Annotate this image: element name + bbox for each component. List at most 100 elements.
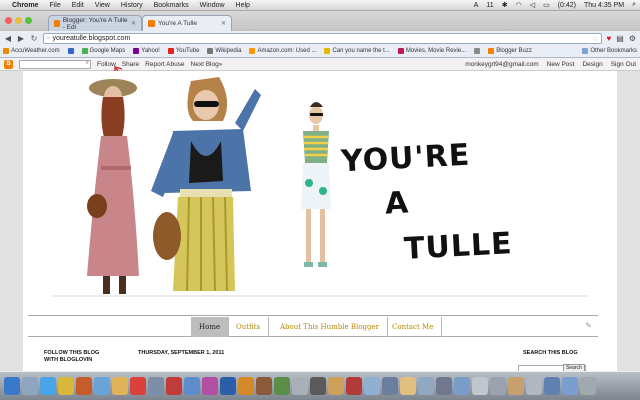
volume-icon[interactable]: ◁ — [530, 1, 535, 9]
menu-window[interactable]: Window — [200, 2, 225, 9]
preview-icon[interactable] — [148, 377, 164, 395]
clock[interactable]: Thu 4:35 PM — [584, 2, 624, 9]
bookmark-other[interactable]: Other Bookmarks — [582, 48, 637, 54]
bookmark-quiz[interactable]: Can you name the t... — [324, 48, 390, 54]
bookmark-star-icon[interactable]: ☆ — [591, 34, 598, 43]
back-icon[interactable]: ◀ — [4, 34, 12, 43]
tab-outfits[interactable]: Outfits — [228, 317, 270, 337]
design-link[interactable]: Design — [582, 61, 602, 68]
sign-out-link[interactable]: Sign Out — [611, 61, 636, 68]
iphoto-icon[interactable] — [184, 377, 200, 395]
mail-icon[interactable] — [94, 377, 110, 395]
adobe-icon[interactable]: A — [474, 2, 479, 9]
safari-icon[interactable] — [40, 377, 56, 395]
bluetooth-icon[interactable]: ✱ — [502, 1, 508, 9]
search-icon[interactable]: ⌕ — [86, 60, 89, 67]
illustrator-icon[interactable] — [238, 377, 254, 395]
blog-search-input[interactable]: ⌕ — [19, 59, 91, 69]
bookmark-yahoo[interactable]: Yahoo! — [133, 48, 160, 54]
close-window-button[interactable] — [5, 17, 12, 24]
menu-edit[interactable]: Edit — [72, 2, 84, 9]
close-tab-icon[interactable]: ✕ — [131, 20, 136, 27]
wifi-icon[interactable]: ◠ — [516, 1, 522, 9]
menu-bookmarks[interactable]: Bookmarks — [154, 2, 189, 9]
report-abuse-link[interactable]: Report Abuse — [145, 61, 184, 68]
blog-title-line-3: TULLE — [403, 226, 514, 267]
acrobat-icon[interactable] — [346, 377, 362, 395]
documents-folder-icon[interactable] — [562, 377, 578, 395]
settings-wrench-icon[interactable]: ⚙ — [629, 34, 636, 43]
system-preferences-icon[interactable] — [292, 377, 308, 395]
next-blog-link[interactable]: Next Blog» — [191, 61, 223, 68]
page-menu-icon[interactable]: ▤ — [616, 34, 624, 43]
spotlight-icon[interactable]: ⌕ — [632, 1, 636, 9]
page-right-margin — [617, 71, 640, 371]
tab-about[interactable]: About This Humble Blogger — [272, 317, 388, 337]
photoshop-icon[interactable] — [220, 377, 236, 395]
new-post-link[interactable]: New Post — [547, 61, 575, 68]
zoom-window-button[interactable] — [25, 17, 32, 24]
quiz-icon — [324, 48, 331, 54]
blog-page: YOU'RE A TULLE Home Outfits About This H… — [0, 71, 640, 373]
follow-heading-line-1: FOLLOW THIS BLOG — [44, 350, 100, 356]
facetime-icon[interactable] — [274, 377, 290, 395]
close-tab-icon[interactable]: ✕ — [221, 20, 226, 27]
menu-app-chrome[interactable]: Chrome — [12, 2, 38, 9]
reload-icon[interactable]: ↻ — [30, 34, 38, 43]
chrome-icon[interactable] — [58, 377, 74, 395]
bookmark-blogger-buzz[interactable]: Blogger Buzz — [488, 48, 532, 54]
tab-youre-a-tulle[interactable]: You're A Tulle ✕ — [142, 15, 232, 31]
trash-icon[interactable] — [580, 377, 596, 395]
contacts-icon[interactable] — [112, 377, 128, 395]
status-count: 11 — [486, 1, 494, 9]
extension-heart-icon[interactable]: ♥ — [607, 34, 612, 43]
bookmark-unnamed[interactable] — [474, 48, 481, 54]
bookmark-accuweather[interactable]: AccuWeather.com — [3, 48, 60, 54]
imovie-icon[interactable] — [202, 377, 218, 395]
tab-home[interactable]: Home — [191, 317, 230, 337]
garageband-icon[interactable] — [256, 377, 272, 395]
tab-contact[interactable]: Contact Me — [384, 317, 443, 337]
tab-blogger-editor[interactable]: Blogger: You're A Tulle - Edi ✕ — [48, 15, 142, 31]
firefox-icon[interactable] — [76, 377, 92, 395]
battery-icon[interactable]: ▭ — [543, 1, 550, 9]
app-icon[interactable] — [454, 377, 470, 395]
menu-history[interactable]: History — [121, 2, 143, 9]
app-icon[interactable] — [418, 377, 434, 395]
bookmark-wikipedia[interactable]: Wikipedia — [207, 48, 241, 54]
app-store-icon[interactable] — [364, 377, 380, 395]
bookmark-amazon[interactable]: Amazon.com: Used ... — [249, 48, 316, 54]
bookmark-globe[interactable] — [67, 48, 74, 54]
menu-view[interactable]: View — [95, 2, 110, 9]
downloads-folder-icon[interactable] — [544, 377, 560, 395]
app-icon[interactable] — [472, 377, 488, 395]
dashboard-icon[interactable] — [22, 377, 38, 395]
accuweather-icon — [3, 48, 9, 54]
blogger-user-links: monkeygrl94@gmail.com New Post Design Si… — [465, 61, 636, 68]
app-icon[interactable] — [436, 377, 452, 395]
terminal-icon[interactable] — [382, 377, 398, 395]
utility-icon[interactable] — [310, 377, 326, 395]
battery-time: (0:42) — [557, 1, 576, 9]
bookmark-youtube[interactable]: YouTube — [167, 48, 199, 54]
forward-icon[interactable]: ▶ — [17, 34, 25, 43]
address-bar[interactable]: ▫ youreatulle.blogspot.com ☆ — [43, 32, 602, 44]
blogger-logo-icon[interactable]: B — [4, 59, 13, 69]
finder-icon[interactable] — [4, 377, 20, 395]
mac-menu-bar: Chrome File Edit View History Bookmarks … — [0, 0, 640, 11]
stickies-icon[interactable] — [400, 377, 416, 395]
menu-file[interactable]: File — [49, 2, 60, 9]
calendar-icon[interactable] — [130, 377, 146, 395]
app-icon[interactable] — [526, 377, 542, 395]
menu-help[interactable]: Help — [236, 2, 250, 9]
amazon-icon — [249, 48, 256, 54]
itunes-icon[interactable] — [166, 377, 182, 395]
textedit-icon[interactable] — [328, 377, 344, 395]
app-icon[interactable] — [490, 377, 506, 395]
pencil-edit-icon[interactable]: ✎ — [585, 321, 592, 330]
blog-header-image — [52, 77, 588, 297]
bookmark-movies[interactable]: Movies, Movie Revie... — [397, 48, 466, 54]
app-icon[interactable] — [508, 377, 524, 395]
bookmark-google-maps[interactable]: Google Maps — [81, 48, 125, 54]
minimize-window-button[interactable] — [15, 17, 22, 24]
